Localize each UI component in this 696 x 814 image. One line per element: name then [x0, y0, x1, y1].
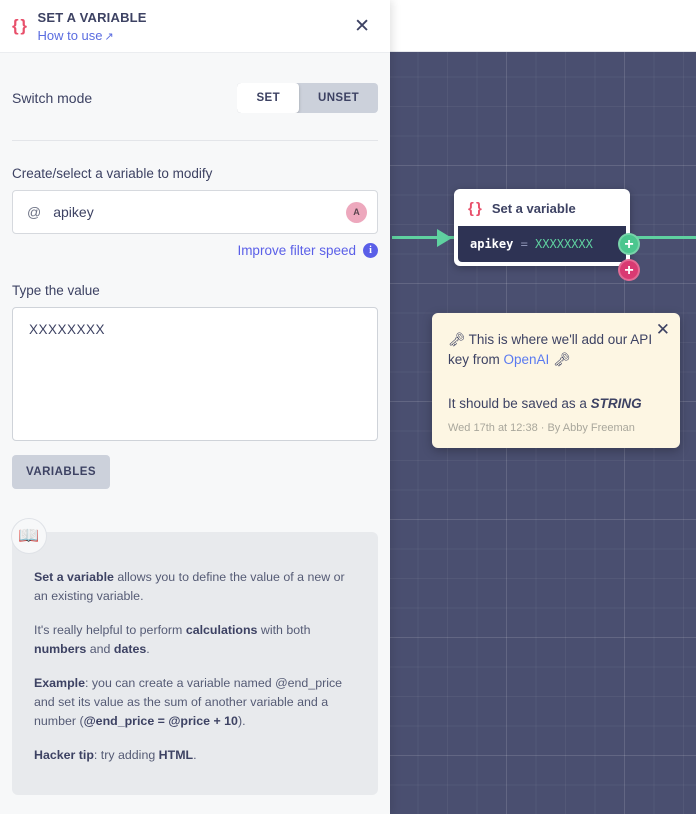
mode-unset-button[interactable]: UNSET [299, 83, 378, 113]
note-line-1-text: This is where we'll add our API key from [448, 332, 653, 367]
note-metadata: Wed 17th at 12:38 · By Abby Freeman [448, 422, 635, 434]
help-paragraph: Hacker tip: try adding HTML. [34, 746, 356, 765]
value-textarea[interactable] [12, 307, 378, 441]
outgoing-edge[interactable] [634, 236, 696, 239]
avatar: A [346, 201, 367, 223]
note-line-1: 🗝 This is where we'll add our API key fr… [448, 330, 662, 370]
key-icon-leading: 🗝 [448, 332, 466, 347]
help-box: Set a variable allows you to define the … [12, 532, 378, 795]
curly-braces-icon: { } [12, 16, 27, 35]
variable-name-value: apikey [53, 204, 94, 220]
info-icon[interactable]: i [363, 243, 378, 258]
help-text-fragment: Set a variable [34, 570, 114, 584]
help-text-fragment: Example [34, 676, 85, 690]
note-close-icon[interactable]: ✕ [656, 321, 670, 338]
help-text-fragment: @end_price = @price + 10 [83, 714, 238, 728]
help-text-fragment: Hacker tip [34, 748, 94, 762]
panel-title-block: SET A VARIABLE How to use ↗ [37, 10, 350, 43]
how-to-use-label: How to use [37, 27, 103, 43]
mode-set-button[interactable]: SET [237, 83, 300, 113]
node-variable-value: XXXXXXXX [535, 237, 593, 251]
node-operator: = [520, 237, 536, 251]
help-text-fragment: : try adding [93, 748, 159, 762]
external-link-icon: ↗ [104, 30, 114, 43]
help-text-fragment: . [193, 748, 197, 762]
node-header: { } Set a variable [458, 193, 626, 226]
curly-braces-icon: { } [468, 200, 482, 217]
switch-mode-row: Switch mode SET UNSET [12, 53, 378, 141]
node-body: apikey = XXXXXXXX [458, 226, 626, 262]
panel-header: { } SET A VARIABLE How to use ↗ ✕ [0, 0, 390, 53]
node-failure-port-add-button[interactable]: + [618, 259, 640, 281]
node-variable-key: apikey [470, 237, 514, 251]
page-title: SET A VARIABLE [37, 9, 147, 25]
help-paragraph: It's really helpful to perform calculati… [34, 621, 356, 659]
help-text-fragment: calculations [185, 623, 258, 637]
panel-body: Switch mode SET UNSET Create/select a va… [0, 53, 390, 795]
help-text-fragment: with both [257, 623, 311, 637]
how-to-use-link[interactable]: How to use ↗ [37, 28, 350, 43]
key-icon-trailing: 🗝 [553, 352, 571, 367]
note-line-2-text: It should be saved as a [448, 396, 591, 411]
help-text-fragment: numbers [34, 642, 87, 656]
variable-field-label: Create/select a variable to modify [12, 166, 213, 181]
improve-filter-speed-link[interactable]: Improve filter speed [237, 243, 356, 258]
note-openai-link[interactable]: OpenAI [504, 352, 550, 367]
help-paragraph: Set a variable allows you to define the … [34, 568, 356, 606]
improve-filter-speed-row[interactable]: Improve filter speed i [12, 243, 378, 258]
close-icon[interactable]: ✕ [350, 13, 374, 40]
help-paragraph: Example: you can create a variable named… [34, 674, 356, 731]
book-icon: 📖 [11, 518, 47, 554]
set-a-variable-node[interactable]: { } Set a variable apikey = XXXXXXXX + + [454, 189, 640, 281]
help-panel: 📖 Set a variable allows you to define th… [11, 518, 378, 795]
value-field-label: Type the value [12, 283, 100, 298]
note-emphasis-string: STRING [590, 396, 642, 411]
help-text-fragment: HTML [158, 748, 194, 762]
help-text-fragment: and [86, 642, 114, 656]
node-success-port-add-button[interactable]: + [618, 233, 640, 255]
mode-toggle-group[interactable]: SET UNSET [237, 83, 378, 113]
variables-button[interactable]: VARIABLES [12, 455, 111, 489]
help-text-fragment: dates [113, 642, 147, 656]
at-symbol-icon: @ [27, 204, 42, 220]
set-a-variable-settings-panel: { } SET A VARIABLE How to use ↗ ✕ Switch … [0, 0, 390, 814]
sticky-note-card[interactable]: ✕ 🗝 This is where we'll add our API key … [432, 313, 680, 448]
variable-select-input[interactable]: @ apikey A [12, 190, 378, 234]
node-title: Set a variable [491, 201, 576, 216]
help-text-fragment: It's really helpful to perform [34, 623, 186, 637]
help-text-fragment: ). [237, 714, 246, 728]
help-text-fragment: . [146, 642, 150, 656]
switch-mode-label: Switch mode [12, 90, 93, 106]
note-line-2: It should be saved as a STRING [448, 394, 662, 414]
incoming-edge-arrow-icon [437, 229, 452, 247]
